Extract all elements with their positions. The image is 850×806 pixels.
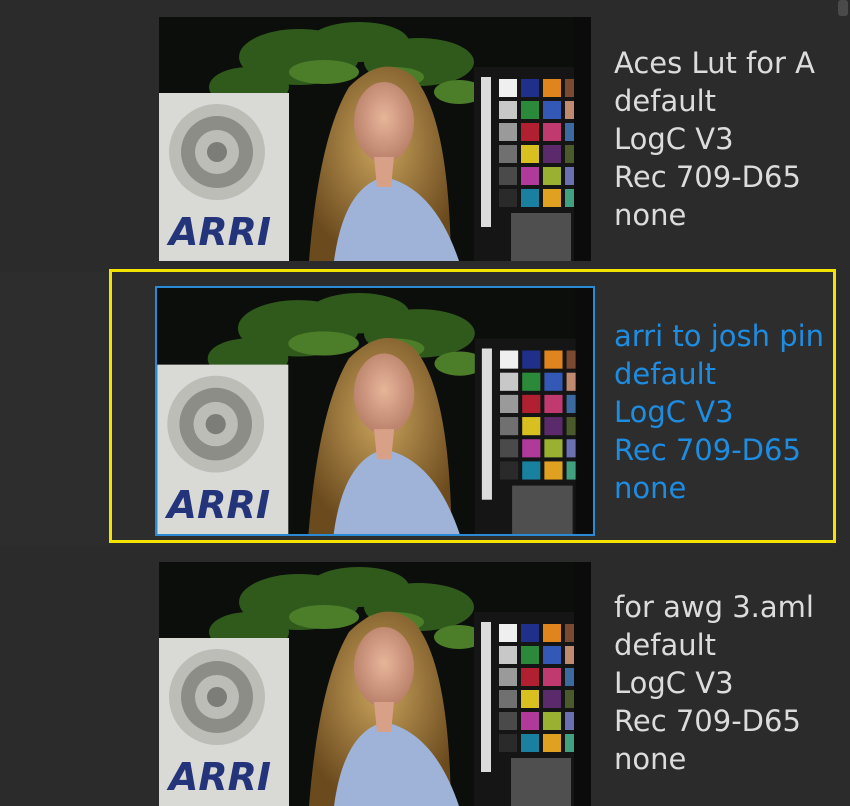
preset-line: LogC V3 xyxy=(614,395,734,429)
preset-line: default xyxy=(614,357,717,391)
preview-image xyxy=(159,17,591,261)
preset-line: default xyxy=(614,84,717,118)
preset-line: Rec 709-D65 xyxy=(614,433,801,467)
preset-name: arri to josh pin xyxy=(614,319,825,353)
preset-details: for awg 3.aml default LogC V3 Rec 709-D6… xyxy=(614,588,850,778)
preset-line: none xyxy=(614,471,687,505)
preset-thumbnail[interactable] xyxy=(155,286,595,536)
preset-thumbnail[interactable] xyxy=(159,17,591,261)
preset-name: for awg 3.aml xyxy=(614,590,814,624)
preset-row-selected[interactable]: arri to josh pin default LogC V3 Rec 709… xyxy=(0,272,850,546)
preset-details: arri to josh pin default LogC V3 Rec 709… xyxy=(614,317,850,507)
preset-line: none xyxy=(614,742,687,776)
preset-line: default xyxy=(614,628,717,662)
scrollbar-thumb[interactable] xyxy=(838,0,848,16)
preset-line: LogC V3 xyxy=(614,666,734,700)
preset-details: Aces Lut for A default LogC V3 Rec 709-D… xyxy=(614,44,850,234)
lut-preset-list: Aces Lut for A default LogC V3 Rec 709-D… xyxy=(0,0,850,806)
preview-image xyxy=(159,562,591,806)
preset-row[interactable]: Aces Lut for A default LogC V3 Rec 709-D… xyxy=(0,0,850,272)
preset-line: none xyxy=(614,198,687,232)
preset-thumbnail[interactable] xyxy=(159,562,591,806)
preset-name: Aces Lut for A xyxy=(614,46,815,80)
vertical-scrollbar[interactable] xyxy=(836,0,850,800)
preview-image xyxy=(157,288,593,534)
preset-line: Rec 709-D65 xyxy=(614,160,801,194)
preset-line: LogC V3 xyxy=(614,122,734,156)
preset-line: Rec 709-D65 xyxy=(614,704,801,738)
preset-row[interactable]: for awg 3.aml default LogC V3 Rec 709-D6… xyxy=(0,546,850,806)
